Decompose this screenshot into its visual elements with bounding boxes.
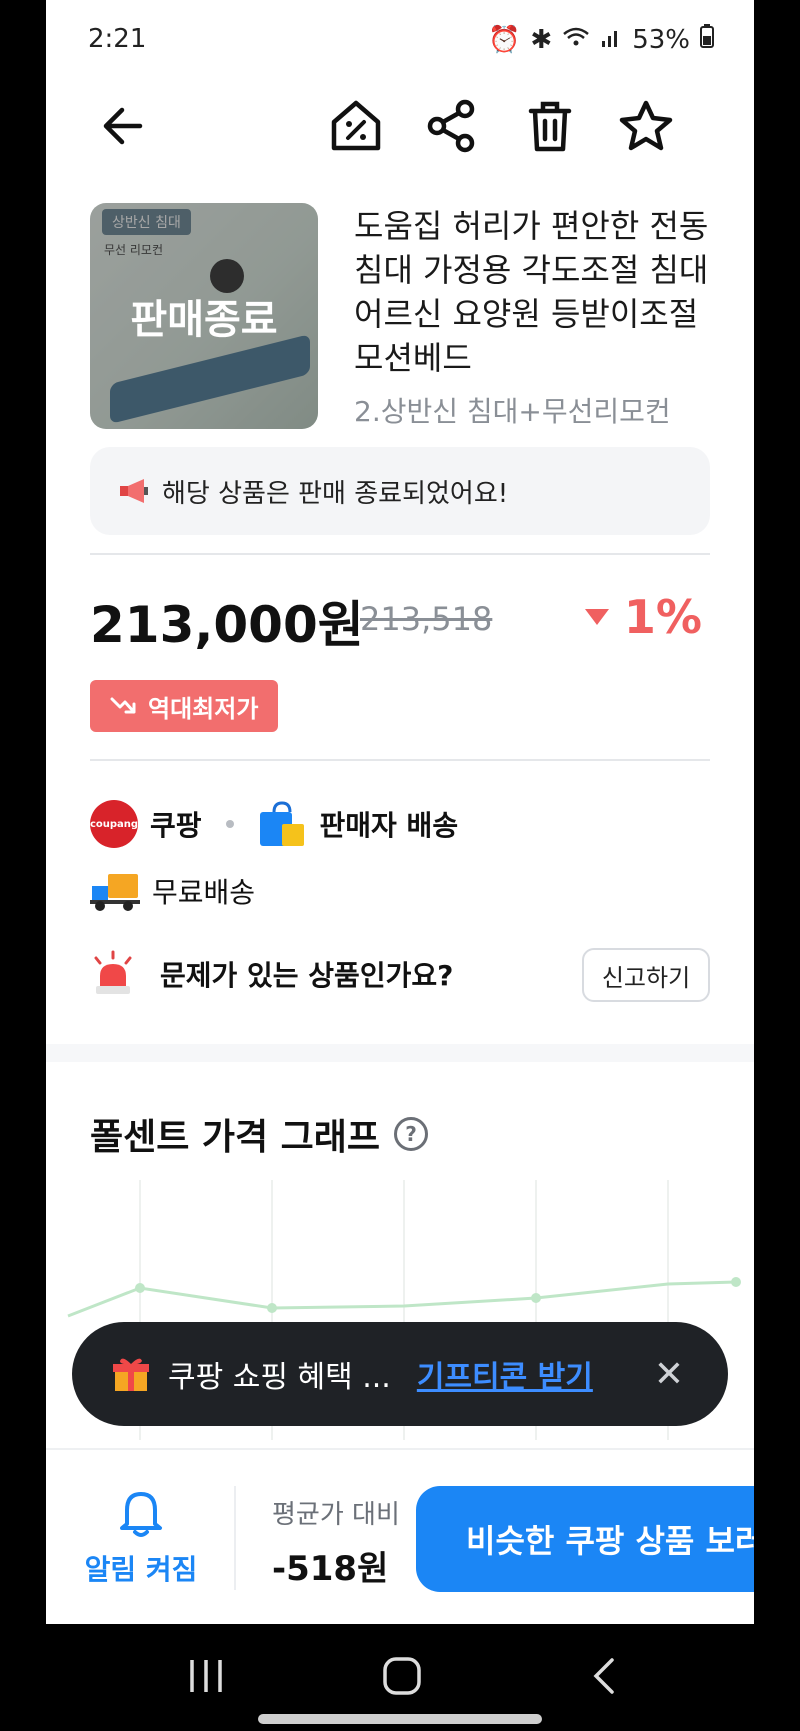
back-arrow-icon: [103, 107, 143, 145]
help-icon[interactable]: ?: [394, 1117, 429, 1151]
left-bezel: [0, 0, 46, 1731]
shipping-row: 무료배송: [90, 870, 255, 912]
price-change-value: 1%: [623, 590, 702, 644]
shopping-bag-icon: [258, 800, 306, 848]
share-button[interactable]: [422, 96, 482, 156]
coupang-logo: coupang: [90, 800, 138, 848]
right-bezel: [754, 0, 800, 1731]
alarm-toggle[interactable]: 알림 켜짐: [46, 1450, 236, 1626]
status-bar: 2:21 ⏰ ✱ 53%: [46, 0, 754, 80]
product-image[interactable]: 상반신 침대 무선 리모컨 판매종료: [90, 203, 318, 429]
wifi-icon: [562, 25, 590, 55]
app-screen: 2:21 ⏰ ✱ 53% 상반신 침대 무선 리모컨 판매종료 도움집 허리가 …: [46, 0, 754, 1731]
gesture-pill[interactable]: [258, 1714, 542, 1724]
signal-icon: [600, 25, 622, 55]
battery-level: 53%: [632, 24, 690, 55]
favorite-button[interactable]: [616, 96, 676, 156]
bottom-action-bar: 알림 켜짐 평균가 대비 -518원 비슷한 쿠팡 상품 보러가기: [46, 1448, 754, 1624]
percent-house-icon: [331, 100, 381, 151]
close-icon[interactable]: ✕: [654, 1354, 684, 1395]
top-navigation: [46, 86, 754, 160]
price-change: 1%: [584, 590, 702, 644]
trend-down-icon: [110, 697, 136, 714]
siren-icon: [94, 950, 132, 994]
graph-points: [135, 1277, 741, 1313]
home-icon[interactable]: [382, 1656, 422, 1700]
sold-out-notice: 해당 상품은 판매 종료되었어요!: [90, 447, 710, 535]
trash-icon: [528, 101, 572, 152]
divider: [234, 1486, 236, 1590]
average-comparison: 평균가 대비 -518원: [272, 1494, 400, 1590]
delivery-type: 판매자 배송: [319, 809, 459, 842]
graph-line: [67, 1280, 737, 1318]
cta-label: 비슷한 쿠팡 상품 보러가기: [466, 1522, 754, 1560]
bluetooth-icon: ✱: [530, 24, 553, 55]
divider: [90, 553, 710, 555]
discount-home-button[interactable]: [326, 96, 386, 156]
divider: [90, 759, 710, 761]
lowest-price-label: 역대최저가: [148, 694, 259, 723]
truck-icon: [90, 870, 140, 912]
promo-toast: 쿠팡 쇼핑 혜택 ... 기프티콘 받기 ✕: [72, 1322, 728, 1426]
average-value: -518원: [272, 1549, 389, 1589]
star-icon: [619, 100, 673, 151]
separator-dot: [225, 820, 234, 828]
bell-icon: [120, 1492, 162, 1537]
similar-products-button[interactable]: 비슷한 쿠팡 상품 보러가기: [416, 1486, 754, 1592]
product-option: 2.상반신 침대+무선리모컨: [354, 395, 671, 428]
back-nav-icon[interactable]: [586, 1656, 626, 1700]
shipping-text: 무료배송: [152, 876, 256, 909]
gift-icon: [112, 1355, 150, 1393]
status-time: 2:21: [88, 24, 147, 54]
average-label: 평균가 대비: [272, 1500, 400, 1530]
seller-row: coupang 쿠팡 판매자 배송: [90, 800, 458, 848]
back-button[interactable]: [92, 96, 152, 156]
product-title: 도움집 허리가 편안한 전동침대 가정용 각도조절 침대 어르신 요양원 등받이…: [354, 207, 709, 377]
recent-apps-icon[interactable]: [186, 1656, 226, 1700]
toast-text: 쿠팡 쇼핑 혜택 ...: [168, 1360, 391, 1395]
battery-icon: [700, 24, 714, 55]
store-name: 쿠팡: [150, 809, 202, 842]
notice-text: 해당 상품은 판매 종료되었어요!: [162, 478, 509, 509]
gifticon-link[interactable]: 기프티콘 받기: [417, 1352, 593, 1396]
lowest-price-badge: 역대최저가: [90, 680, 279, 732]
report-question: 문제가 있는 상품인가요?: [160, 959, 454, 992]
sold-out-overlay: 판매종료: [90, 203, 318, 429]
report-button[interactable]: 신고하기: [582, 948, 710, 1002]
current-price: 213,000원: [90, 596, 364, 654]
alarm-label: 알림 켜짐: [84, 1553, 198, 1586]
section-gap: [46, 1044, 754, 1062]
graph-title: 폴센트 가격 그래프 ?: [90, 1108, 429, 1160]
triangle-down-icon: [584, 609, 609, 625]
megaphone-icon: [120, 479, 148, 503]
system-navigation-bar: [0, 1624, 800, 1731]
sold-out-label: 판매종료: [130, 297, 278, 343]
report-row: 문제가 있는 상품인가요?: [90, 950, 453, 998]
original-price: 213,518: [360, 600, 493, 638]
status-icons: ⏰ ✱ 53%: [488, 24, 714, 55]
alarm-clock-icon: ⏰: [488, 24, 521, 55]
share-icon: [427, 99, 475, 153]
delete-button[interactable]: [520, 96, 580, 156]
graph-title-text: 폴센트 가격 그래프: [90, 1117, 381, 1158]
